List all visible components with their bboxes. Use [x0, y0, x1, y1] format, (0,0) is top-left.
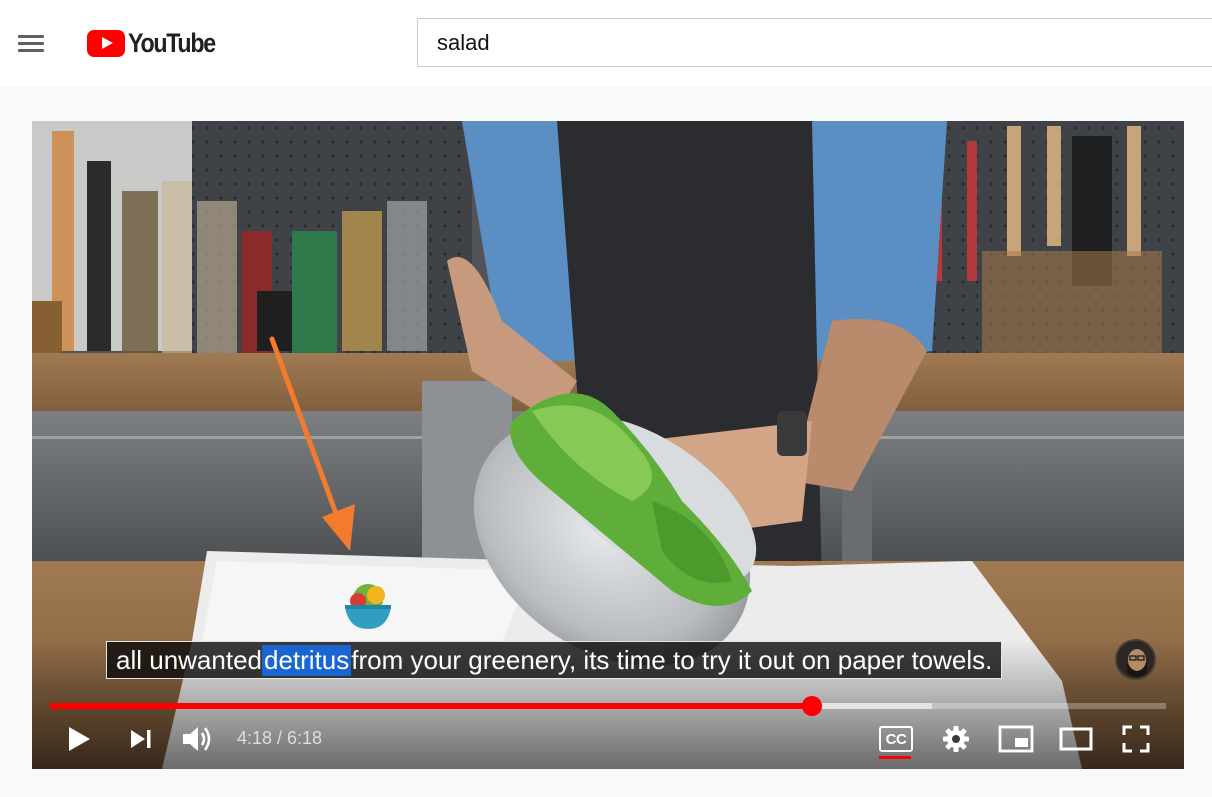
youtube-play-logo-icon	[87, 29, 125, 57]
video-player[interactable]: all unwanted detritus from your greenery…	[32, 121, 1184, 769]
youtube-logo[interactable]: YouTube	[87, 28, 229, 58]
caption-highlight: detritus	[262, 644, 352, 676]
time-display: 4:18 / 6:18	[237, 727, 323, 748]
next-icon	[131, 730, 151, 748]
fullscreen-button[interactable]	[1118, 719, 1154, 759]
play-button[interactable]	[62, 719, 96, 759]
settings-button[interactable]	[938, 719, 974, 759]
cc-label: CC	[885, 730, 907, 748]
channel-avatar[interactable]	[1115, 639, 1156, 680]
caption-before: all unwanted	[116, 644, 262, 675]
miniplayer-icon	[998, 725, 1034, 753]
caption-text: all unwanted detritus from your greenery…	[106, 641, 1003, 679]
menu-icon[interactable]	[16, 32, 46, 54]
miniplayer-button[interactable]	[996, 719, 1036, 759]
captions-button[interactable]: CC	[878, 719, 914, 759]
caption-after: from your greenery, its time to try it o…	[351, 644, 993, 675]
volume-button[interactable]	[180, 719, 216, 759]
progress-played	[50, 703, 813, 709]
player-controls: 4:18 / 6:18 CC	[32, 717, 1184, 761]
settings-icon	[943, 726, 969, 752]
theater-mode-button[interactable]	[1056, 719, 1096, 759]
masthead: YouTube	[0, 0, 1212, 86]
progress-bar[interactable]	[50, 696, 1166, 716]
cc-active-indicator	[879, 756, 911, 759]
logo-text: YouTube	[128, 27, 216, 58]
fullscreen-icon	[1122, 725, 1150, 753]
search-box[interactable]	[417, 18, 1212, 67]
search-input[interactable]	[418, 19, 1212, 66]
cc-icon: CC	[879, 726, 913, 759]
next-button[interactable]	[126, 719, 156, 759]
theater-icon	[1059, 727, 1093, 751]
volume-icon	[183, 727, 211, 751]
play-icon	[69, 727, 90, 751]
